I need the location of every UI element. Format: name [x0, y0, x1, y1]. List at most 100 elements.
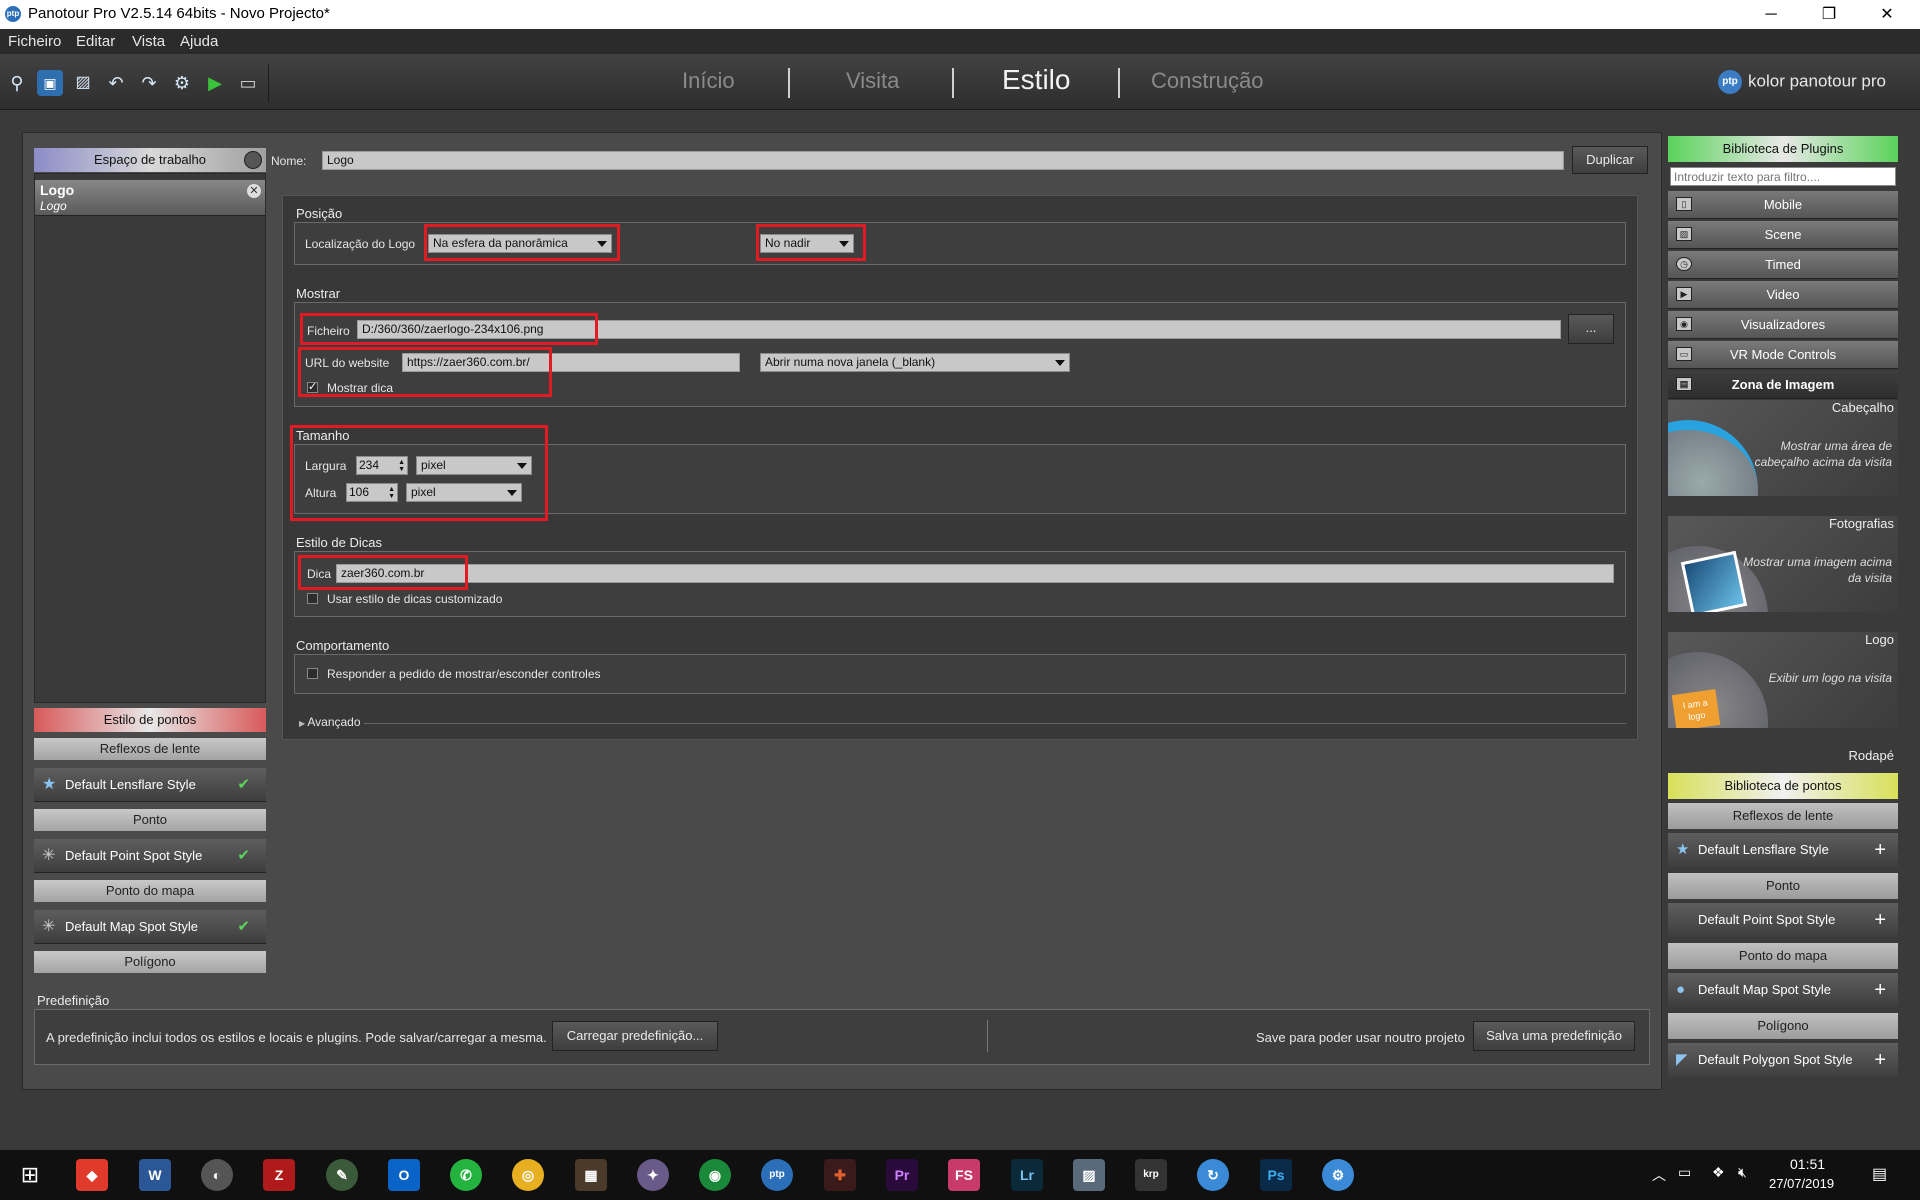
filezilla-icon[interactable]: Z [263, 1159, 295, 1191]
list-item-point-spot[interactable]: ✳ Default Point Spot Style ✔ [34, 839, 266, 873]
word-icon[interactable]: W [139, 1159, 171, 1191]
add-icon[interactable]: + [1874, 903, 1886, 937]
premiere-icon[interactable]: Pr [886, 1159, 918, 1191]
workspace-item-logo[interactable]: Logo Logo ✕ [35, 180, 265, 216]
list-item-map-spot[interactable]: ✳ Default Map Spot Style ✔ [34, 910, 266, 944]
collapse-icon[interactable] [244, 151, 262, 169]
lib-item-point-spot[interactable]: Default Point Spot Style + [1668, 903, 1898, 937]
add-icon[interactable]: + [1874, 833, 1886, 867]
target-select[interactable]: Abrir numa nova janela (_blank) [760, 353, 1070, 372]
tip-input[interactable]: zaer360.com.br [336, 564, 1614, 583]
minimize-icon[interactable]: ─ [1748, 0, 1794, 29]
lib-item-map-spot[interactable]: ● Default Map Spot Style + [1668, 973, 1898, 1007]
group-ponto-mapa[interactable]: Ponto do mapa [34, 880, 266, 902]
points-library-header: Biblioteca de pontos [1668, 773, 1898, 799]
plugin-mobile[interactable]: ▯ Mobile [1668, 191, 1898, 219]
whatsapp-icon[interactable]: ✆ [450, 1159, 482, 1191]
search-settings-icon[interactable]: ⚲ [4, 70, 30, 96]
app-icon[interactable]: ✚ [824, 1159, 856, 1191]
respond-checkbox[interactable] [307, 668, 318, 679]
undo-icon[interactable]: ↶ [103, 70, 129, 96]
tab-inicio[interactable]: Início [682, 68, 735, 94]
volume-muted-icon[interactable]: 🔇︎ [1738, 1164, 1747, 1181]
gear-icon[interactable]: ⚙ [169, 70, 195, 96]
lib-item-lensflare[interactable]: ★ Default Lensflare Style + [1668, 833, 1898, 867]
highlight-box [290, 425, 548, 521]
plugin-vr-mode[interactable]: ▭ VR Mode Controls [1668, 341, 1898, 369]
plugin-timed[interactable]: ◷ Timed [1668, 251, 1898, 279]
tile-rodape[interactable]: Rodapé [1668, 748, 1898, 766]
app-icon[interactable]: ◆ [76, 1159, 108, 1191]
lightroom-icon[interactable]: Lr [1011, 1159, 1043, 1191]
windows-start-icon[interactable]: ⊞ [14, 1159, 46, 1191]
folder-icon[interactable]: ▭ [235, 70, 261, 96]
add-icon[interactable]: + [1874, 973, 1886, 1007]
fs-icon[interactable]: FS [948, 1159, 980, 1191]
lib-group-poligono[interactable]: Polígono [1668, 1013, 1898, 1039]
app-icon[interactable]: ◉ [699, 1159, 731, 1191]
name-input[interactable]: Logo [322, 151, 1564, 170]
add-icon[interactable]: + [1874, 1043, 1886, 1077]
list-item-lensflare[interactable]: ★ Default Lensflare Style ✔ [34, 768, 266, 802]
remove-icon[interactable]: ✕ [247, 184, 261, 198]
redo-icon[interactable]: ↷ [136, 70, 162, 96]
play-icon[interactable]: ▶ [202, 70, 228, 96]
clock-time[interactable]: 01:51 [1790, 1156, 1825, 1172]
tab-estilo[interactable]: Estilo [1002, 64, 1070, 96]
add-image-icon[interactable]: ▨ [70, 70, 96, 96]
save-preset-button[interactable]: Salva uma predefinição [1473, 1021, 1635, 1051]
window-title: Panotour Pro V2.5.14 64bits - Novo Proje… [28, 5, 330, 22]
plugin-zona-imagem[interactable]: ▤ Zona de Imagem [1668, 371, 1898, 399]
plugin-video[interactable]: ▶ Video [1668, 281, 1898, 309]
menu-editar[interactable]: Editar [76, 33, 115, 50]
tile-logo[interactable]: I am a logo Logo Exibir um logo na visit… [1668, 632, 1898, 728]
lib-item-polygon-spot[interactable]: ◤ Default Polygon Spot Style + [1668, 1043, 1898, 1077]
menu-ficheiro[interactable]: Ficheiro [8, 33, 61, 50]
chrome-icon[interactable]: ◎ [512, 1159, 544, 1191]
eye-icon: ◉ [1676, 317, 1692, 331]
dropbox-icon[interactable]: ❖ [1712, 1164, 1725, 1181]
custom-tip-checkbox[interactable] [307, 593, 318, 604]
menu-ajuda[interactable]: Ajuda [180, 33, 218, 50]
tile-cabecalho[interactable]: Cabeçalho Mostrar uma área de cabeçalho … [1668, 400, 1898, 496]
duplicate-button[interactable]: Duplicar [1572, 146, 1648, 174]
close-icon[interactable]: ✕ [1864, 0, 1910, 29]
panotour-icon[interactable]: ptp [761, 1159, 793, 1191]
logo-sample-icon: I am a logo [1671, 689, 1721, 728]
app-icon[interactable]: ▦ [575, 1159, 607, 1191]
app-icon[interactable]: ↻ [1197, 1159, 1229, 1191]
image-icon: ▨ [1676, 227, 1692, 241]
tray-chevron-icon[interactable]: ︿ [1652, 1165, 1666, 1185]
group-poligono[interactable]: Polígono [34, 951, 266, 973]
app-icon[interactable]: ✎ [326, 1159, 358, 1191]
plugin-visualizadores[interactable]: ◉ Visualizadores [1668, 311, 1898, 339]
menu-vista[interactable]: Vista [132, 33, 165, 50]
group-reflexos[interactable]: Reflexos de lente [34, 738, 266, 760]
load-preset-button[interactable]: Carregar predefinição... [552, 1021, 718, 1051]
preset-title: Predefinição [37, 993, 110, 1008]
plugin-filter-input[interactable] [1670, 167, 1896, 186]
app-icon[interactable]: krp [1135, 1159, 1167, 1191]
app-icon[interactable]: ✦ [637, 1159, 669, 1191]
save-icon[interactable]: ▣ [37, 70, 63, 96]
check-icon: ✔ [237, 918, 250, 935]
app-icon[interactable]: ◐ [201, 1159, 233, 1191]
network-icon[interactable]: ▭ [1678, 1164, 1691, 1181]
outlook-icon[interactable]: O [388, 1159, 420, 1191]
restore-icon[interactable]: ❐ [1806, 0, 1852, 29]
browse-button[interactable]: ... [1568, 314, 1614, 344]
plugin-scene[interactable]: ▨ Scene [1668, 221, 1898, 249]
photoshop-icon[interactable]: Ps [1260, 1159, 1292, 1191]
clock-date[interactable]: 27/07/2019 [1769, 1176, 1834, 1191]
group-ponto[interactable]: Ponto [34, 809, 266, 831]
notifications-icon[interactable]: ▤ [1872, 1164, 1887, 1184]
photos-icon[interactable]: ▨ [1073, 1159, 1105, 1191]
advanced-toggle[interactable]: ▶ Avançado [299, 715, 361, 729]
lib-group-ponto[interactable]: Ponto [1668, 873, 1898, 899]
app-icon[interactable]: ⚙ [1322, 1159, 1354, 1191]
tab-visita[interactable]: Visita [846, 68, 899, 94]
lib-group-reflexos[interactable]: Reflexos de lente [1668, 803, 1898, 829]
lib-group-ponto-mapa[interactable]: Ponto do mapa [1668, 943, 1898, 969]
tab-construcao[interactable]: Construção [1151, 68, 1264, 94]
tile-fotografias[interactable]: Fotografias Mostrar uma imagem acima da … [1668, 516, 1898, 612]
